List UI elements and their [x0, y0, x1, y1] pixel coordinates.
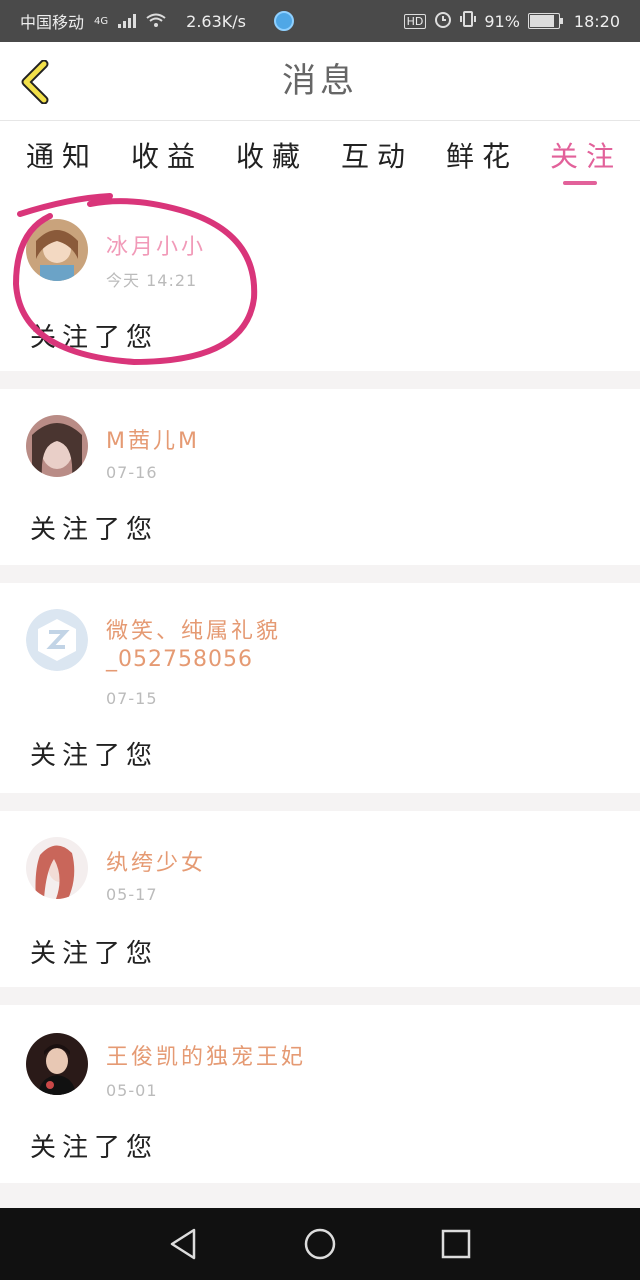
tab-interaction[interactable]: 互动 [341, 135, 413, 175]
clock: 18:20 [573, 11, 620, 31]
nav-recents-button[interactable] [438, 1226, 474, 1262]
alarm-icon [434, 10, 452, 32]
list-item[interactable]: 纨绔少女 05-17 关注了您 [0, 811, 640, 987]
list-item[interactable]: 王俊凯的独宠王妃 05-01 关注了您 [0, 1005, 640, 1183]
timestamp: 07-16 [106, 463, 158, 482]
app-header: 消息 [0, 42, 640, 121]
tab-favorites[interactable]: 收藏 [236, 135, 308, 175]
triangle-back-icon [170, 1228, 196, 1260]
page-title: 消息 [282, 61, 358, 101]
tab-following[interactable]: 关注 [550, 135, 622, 175]
user-name[interactable]: 王俊凯的独宠王妃 [106, 1039, 306, 1071]
tab-earnings[interactable]: 收益 [131, 135, 203, 175]
avatar[interactable] [26, 415, 88, 477]
status-bar: 中国移动 4G 2.63K/s HD 91% 18:20 [0, 0, 640, 42]
avatar[interactable] [26, 837, 88, 899]
nav-home-button[interactable] [302, 1226, 338, 1262]
active-tab-indicator [563, 181, 597, 185]
network-type: 4G [94, 15, 109, 27]
user-name[interactable]: 纨绔少女 [106, 845, 206, 877]
nav-back-button[interactable] [166, 1226, 202, 1262]
timestamp: 05-01 [106, 1081, 158, 1100]
notification-message: 关注了您 [30, 515, 159, 545]
timestamp: 05-17 [106, 885, 158, 904]
notification-message: 关注了您 [30, 1133, 159, 1163]
tab-notify[interactable]: 通知 [26, 135, 98, 175]
notification-message: 关注了您 [30, 323, 159, 353]
timestamp: 今天 14:21 [106, 271, 198, 290]
carrier-label: 中国移动 [20, 13, 85, 32]
square-recents-icon [441, 1229, 471, 1259]
timestamp: 07-15 [106, 689, 158, 708]
user-name[interactable]: 冰月小小 [106, 229, 206, 261]
user-name[interactable]: 微笑、纯属礼貌 [106, 613, 281, 645]
network-speed: 2.63K/s [186, 11, 246, 31]
signal-icon [118, 14, 137, 28]
user-name[interactable]: M茜儿M [106, 423, 200, 455]
avatar[interactable] [26, 1033, 88, 1095]
battery-percent: 91% [484, 11, 520, 31]
app-notification-icon [273, 11, 294, 31]
system-nav-bar [0, 1208, 640, 1280]
list-item[interactable]: 微笑、纯属礼貌 _052758056 07-15 关注了您 [0, 583, 640, 793]
list-item[interactable]: 冰月小小 今天 14:21 关注了您 [0, 189, 640, 371]
battery-icon [527, 13, 563, 29]
tab-flowers[interactable]: 鲜花 [446, 135, 518, 175]
notification-message: 关注了您 [30, 741, 159, 771]
tab-bar: 通知 收益 收藏 互动 鲜花 关注 [0, 121, 640, 189]
hd-icon: HD [403, 13, 427, 29]
avatar[interactable] [26, 609, 88, 671]
list-item[interactable]: M茜儿M 07-16 关注了您 [0, 389, 640, 565]
wifi-icon [146, 12, 166, 31]
vibrate-icon [460, 10, 477, 32]
avatar[interactable] [26, 219, 88, 281]
user-name-continued[interactable]: _052758056 [106, 647, 253, 672]
circle-home-icon [304, 1228, 336, 1260]
notification-message: 关注了您 [30, 939, 159, 969]
